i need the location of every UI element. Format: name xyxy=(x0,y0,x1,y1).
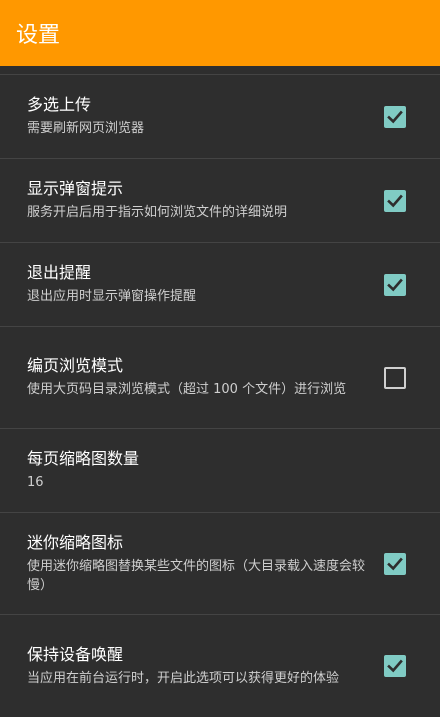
checkbox-checked-icon[interactable] xyxy=(384,552,406,575)
checkbox-checked-icon[interactable] xyxy=(384,105,406,128)
setting-title: 每页缩略图数量 xyxy=(27,449,140,468)
setting-title: 保持设备唤醒 xyxy=(27,644,124,664)
setting-thumbnails-per-page[interactable]: 每页缩略图数量 16 xyxy=(0,429,440,513)
setting-summary: 退出应用时显示弹窗操作提醒 xyxy=(27,289,197,304)
setting-mini-thumbnail-icons[interactable]: 迷你缩略图标 使用迷你缩略图替换某些文件的图标（大目录载入速度会较慢） xyxy=(0,513,440,615)
setting-show-popup-hint[interactable]: 显示弹窗提示 服务开启后用于指示如何浏览文件的详细说明 xyxy=(0,159,440,243)
setting-summary: 需要刷新网页浏览器 xyxy=(27,121,145,136)
page-title: 设置 xyxy=(16,23,61,48)
app-bar: 设置 xyxy=(0,0,440,66)
setting-title: 退出提醒 xyxy=(27,263,92,282)
checkbox-unchecked-icon[interactable] xyxy=(384,366,406,389)
setting-title: 编页浏览模式 xyxy=(27,356,124,375)
settings-list: 多选上传 需要刷新网页浏览器 显示弹窗提示 服务开启后用于指示如何浏览文件的详细… xyxy=(0,66,440,717)
setting-title: 多选上传 xyxy=(27,95,92,114)
setting-summary: 服务开启后用于指示如何浏览文件的详细说明 xyxy=(27,205,288,220)
checkbox-checked-icon[interactable] xyxy=(384,273,406,296)
setting-title: 显示弹窗提示 xyxy=(27,179,124,198)
checkbox-checked-icon[interactable] xyxy=(384,655,406,677)
setting-multi-upload[interactable]: 多选上传 需要刷新网页浏览器 xyxy=(0,75,440,159)
setting-keep-awake[interactable]: 保持设备唤醒 当应用在前台运行时，开启此选项可以获得更好的体验 xyxy=(0,615,440,717)
setting-exit-reminder[interactable]: 退出提醒 退出应用时显示弹窗操作提醒 xyxy=(0,243,440,327)
setting-value: 16 xyxy=(27,475,44,490)
setting-summary: 使用大页码目录浏览模式（超过 100 个文件）进行浏览 xyxy=(27,382,347,397)
checkbox-checked-icon[interactable] xyxy=(384,189,406,212)
setting-title: 迷你缩略图标 xyxy=(27,532,124,552)
setting-summary: 使用迷你缩略图替换某些文件的图标（大目录载入速度会较慢） xyxy=(27,558,366,593)
setting-summary: 当应用在前台运行时，开启此选项可以获得更好的体验 xyxy=(27,670,340,686)
divider xyxy=(0,66,440,75)
setting-paged-browse-mode[interactable]: 编页浏览模式 使用大页码目录浏览模式（超过 100 个文件）进行浏览 xyxy=(0,327,440,429)
